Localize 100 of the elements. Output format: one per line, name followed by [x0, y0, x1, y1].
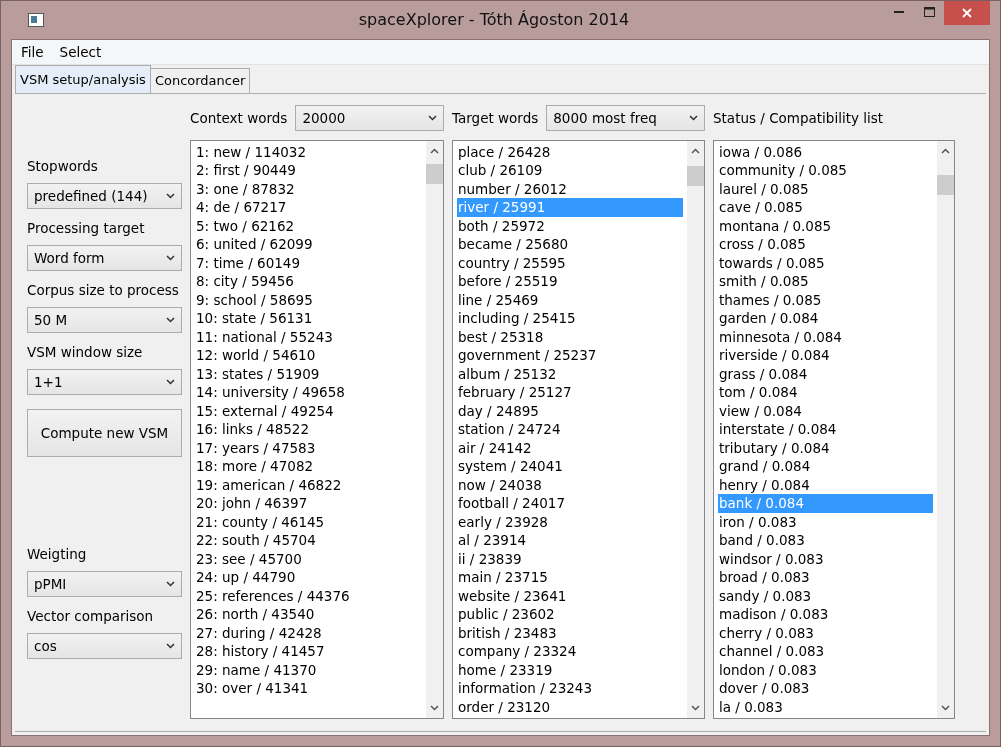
list-item[interactable]: february / 25127	[457, 383, 683, 402]
list-item[interactable]: main / 23715	[457, 568, 683, 587]
list-item[interactable]: 7: time / 60149	[195, 253, 422, 272]
list-item[interactable]: day / 24895	[457, 401, 683, 420]
list-item[interactable]: grand / 0.084	[718, 457, 933, 476]
list-item[interactable]: place / 26428	[457, 142, 683, 161]
list-item[interactable]: channel / 0.083	[718, 642, 933, 661]
list-item[interactable]: 2: first / 90449	[195, 161, 422, 180]
list-item[interactable]: 29: name / 41370	[195, 660, 422, 679]
list-item[interactable]: system / 24041	[457, 457, 683, 476]
list-item[interactable]: number / 26012	[457, 179, 683, 198]
list-item[interactable]: 13: states / 51909	[195, 364, 422, 383]
list-item[interactable]: tom / 0.084	[718, 383, 933, 402]
list-item[interactable]: tributary / 0.084	[718, 438, 933, 457]
list-item[interactable]: towards / 0.085	[718, 253, 933, 272]
list-item[interactable]: order / 23120	[457, 697, 683, 716]
list-item[interactable]: government / 25237	[457, 346, 683, 365]
list-item[interactable]: montana / 0.085	[718, 216, 933, 235]
list-item[interactable]: 3: one / 87832	[195, 179, 422, 198]
list-item[interactable]: 1: new / 114032	[195, 142, 422, 161]
list-item[interactable]: cherry / 0.083	[718, 623, 933, 642]
list-item[interactable]: london / 0.083	[718, 660, 933, 679]
list-item[interactable]: 8: city / 59456	[195, 272, 422, 291]
list-item[interactable]: including / 25415	[457, 309, 683, 328]
list-item[interactable]: both / 25972	[457, 216, 683, 235]
list-item[interactable]: 12: world / 54610	[195, 346, 422, 365]
list-item[interactable]: minnesota / 0.084	[718, 327, 933, 346]
tab[interactable]: VSM setup/analysis	[15, 64, 151, 93]
list-item[interactable]: 18: more / 47082	[195, 457, 422, 476]
list-item[interactable]: community / 0.085	[718, 161, 933, 180]
list-item[interactable]: interstate / 0.084	[718, 420, 933, 439]
list-item[interactable]: madison / 0.083	[718, 605, 933, 624]
dropdown[interactable]: 20000	[295, 104, 444, 131]
list-item[interactable]: website / 23641	[457, 586, 683, 605]
list-item[interactable]: best / 25318	[457, 327, 683, 346]
list-item[interactable]: windsor / 0.083	[718, 549, 933, 568]
list-item[interactable]: station / 24724	[457, 420, 683, 439]
dropdown[interactable]: pPMI	[27, 570, 182, 597]
scroll-down-icon[interactable]	[430, 705, 439, 711]
list-item[interactable]: album / 25132	[457, 364, 683, 383]
list-item[interactable]: view / 0.084	[718, 401, 933, 420]
menu-item[interactable]: Select	[59, 43, 102, 60]
list-item[interactable]: ii / 23839	[457, 549, 683, 568]
list-item[interactable]: became / 25680	[457, 235, 683, 254]
list-item[interactable]: band / 0.083	[718, 531, 933, 550]
scroll-up-icon[interactable]	[691, 147, 700, 154]
list-item[interactable]: dover / 0.083	[718, 679, 933, 698]
list-item[interactable]: henry / 0.084	[718, 475, 933, 494]
list-item[interactable]: 23: see / 45700	[195, 549, 422, 568]
scrollbar[interactable]	[687, 140, 704, 718]
list-item[interactable]: 5: two / 62162	[195, 216, 422, 235]
dropdown[interactable]: cos	[27, 632, 182, 659]
list-item[interactable]: 11: national / 55243	[195, 327, 422, 346]
list-item[interactable]: 20: john / 46397	[195, 494, 422, 513]
compute-button[interactable]: Compute new VSM	[27, 408, 182, 457]
scroll-down-icon[interactable]	[941, 705, 950, 711]
list-item[interactable]: thames / 0.085	[718, 290, 933, 309]
dropdown[interactable]: Word form	[27, 244, 182, 271]
list-item[interactable]: 17: years / 47583	[195, 438, 422, 457]
list-item[interactable]: laurel / 0.085	[718, 179, 933, 198]
scroll-thumb[interactable]	[937, 174, 954, 195]
scroll-thumb[interactable]	[687, 165, 704, 186]
list-item[interactable]: 27: during / 42428	[195, 623, 422, 642]
list-item[interactable]: riverside / 0.084	[718, 346, 933, 365]
list-item[interactable]: football / 24017	[457, 494, 683, 513]
list-item[interactable]: 14: university / 49658	[195, 383, 422, 402]
list-item[interactable]: 9: school / 58695	[195, 290, 422, 309]
list-item[interactable]: 26: north / 43540	[195, 605, 422, 624]
list-item[interactable]: british / 23483	[457, 623, 683, 642]
list-item[interactable]: 22: south / 45704	[195, 531, 422, 550]
list-item[interactable]: public / 23602	[457, 605, 683, 624]
list-item[interactable]: information / 23243	[457, 679, 683, 698]
list-item[interactable]: broad / 0.083	[718, 568, 933, 587]
list-item[interactable]: home / 23319	[457, 660, 683, 679]
list-item[interactable]: air / 24142	[457, 438, 683, 457]
scrollbar[interactable]	[426, 140, 443, 718]
list-item[interactable]: la / 0.083	[718, 697, 933, 716]
list-item[interactable]: smith / 0.085	[718, 272, 933, 291]
scroll-thumb[interactable]	[426, 163, 443, 184]
list-item[interactable]: country / 25595	[457, 253, 683, 272]
list-item[interactable]: grass / 0.084	[718, 364, 933, 383]
list-item[interactable]: al / 23914	[457, 531, 683, 550]
list-item[interactable]: 16: links / 48522	[195, 420, 422, 439]
list-item[interactable]: 6: united / 62099	[195, 235, 422, 254]
list-item[interactable]: 30: over / 41341	[195, 679, 422, 698]
dropdown[interactable]: 8000 most freq	[546, 104, 705, 131]
scroll-down-icon[interactable]	[691, 705, 700, 711]
list-item[interactable]: 21: county / 46145	[195, 512, 422, 531]
list-item[interactable]: sandy / 0.083	[718, 586, 933, 605]
menu-item[interactable]: File	[21, 43, 44, 60]
list-item[interactable]: club / 26109	[457, 161, 683, 180]
list-item[interactable]: cave / 0.085	[718, 198, 933, 217]
list-item[interactable]: now / 24038	[457, 475, 683, 494]
list-item[interactable]: cross / 0.085	[718, 235, 933, 254]
scrollbar[interactable]	[937, 140, 954, 718]
list-item[interactable]: early / 23928	[457, 512, 683, 531]
list-item[interactable]: 19: american / 46822	[195, 475, 422, 494]
list-item[interactable]: garden / 0.084	[718, 309, 933, 328]
list-item[interactable]: 28: history / 41457	[195, 642, 422, 661]
scroll-up-icon[interactable]	[430, 147, 439, 154]
